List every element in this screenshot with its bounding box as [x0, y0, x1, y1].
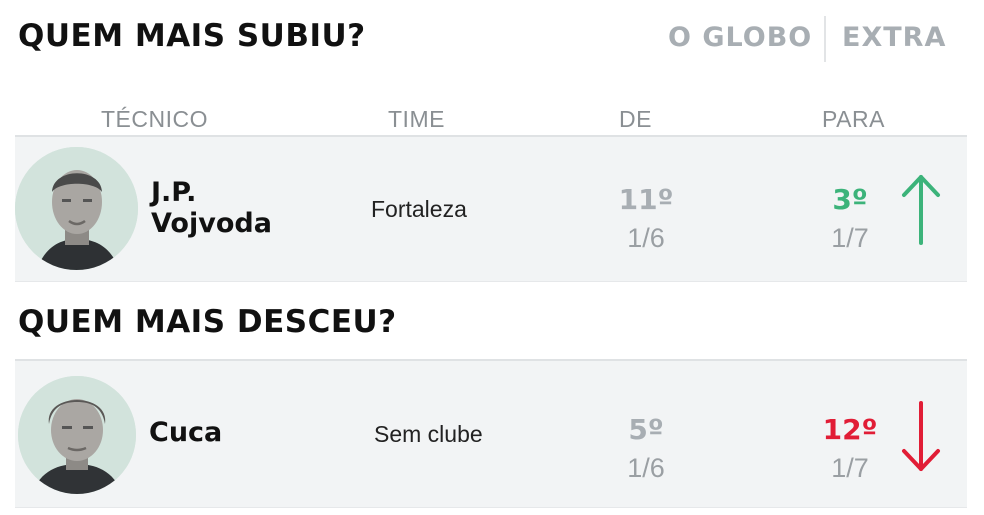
row-divider [15, 507, 967, 508]
column-header-from: DE [619, 106, 652, 132]
coach-name-first: J.P. [151, 177, 197, 208]
column-header-to: PARA [822, 106, 885, 132]
title-most-fallen: QUEM MAIS DESCEU? [18, 304, 397, 340]
title-most-risen: QUEM MAIS SUBIU? [18, 18, 366, 54]
from-rank: 5º [628, 413, 664, 446]
to-date: 1/7 [831, 223, 869, 253]
avatar-cuca [18, 376, 136, 494]
to-rank: 12º [822, 413, 878, 446]
brand-o-globo-logo: O GLOBO [668, 22, 813, 53]
table-row-falling: Cuca Sem clube 5º 1/6 12º 1/7 [15, 361, 967, 508]
person-photo-icon [18, 376, 136, 494]
to-rank: 3º [832, 183, 868, 216]
from-date: 1/6 [627, 223, 665, 253]
arrow-down-icon [902, 401, 940, 471]
table-row-rising: J.P. Vojvoda Fortaleza 11º 1/6 3º 1/7 [15, 137, 967, 282]
person-photo-icon [15, 147, 138, 270]
column-header-coach: TÉCNICO [101, 106, 208, 132]
arrow-up-icon [902, 175, 940, 245]
row-divider [15, 281, 967, 282]
from-rank: 11º [618, 183, 674, 216]
brand-divider [824, 16, 826, 62]
from-date: 1/6 [627, 453, 665, 483]
coach-name: Cuca [149, 417, 223, 448]
team-name: Fortaleza [371, 196, 467, 222]
brand-extra-logo: EXTRA [842, 22, 947, 53]
column-header-team: TIME [388, 106, 445, 132]
team-name: Sem clube [374, 421, 483, 447]
to-date: 1/7 [831, 453, 869, 483]
avatar-jp-vojvoda [15, 147, 138, 270]
coach-name-last: Vojvoda [151, 208, 272, 239]
